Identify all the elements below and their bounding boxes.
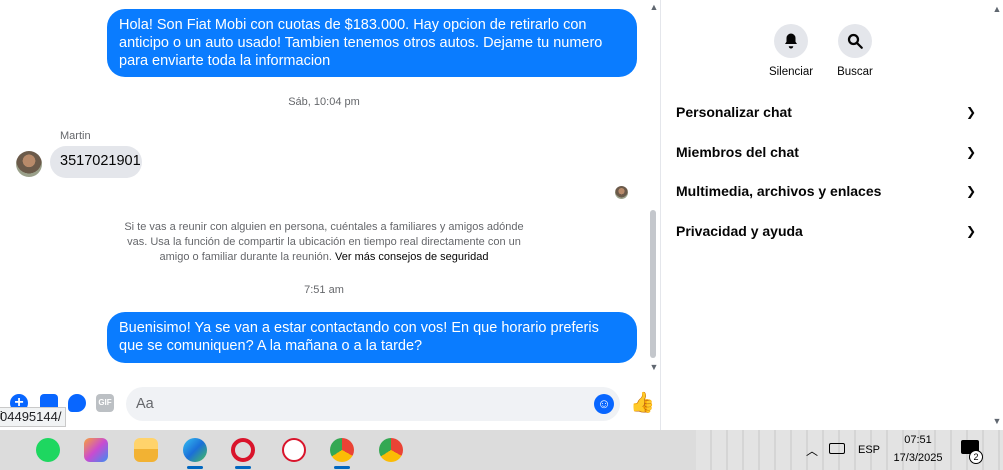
url-tooltip: 04495144/ bbox=[0, 407, 66, 427]
search-button[interactable]: Buscar bbox=[825, 24, 885, 78]
chat-info-panel: Silenciar Buscar Personalizar chat ❯ Mie… bbox=[660, 0, 1003, 430]
battery-icon[interactable] bbox=[829, 443, 845, 454]
chat-pane: Hola! Son Fiat Mobi con cuotas de $183.0… bbox=[0, 0, 660, 430]
windows-taskbar: ︿ ESP 07:51 17/3/2025 2 bbox=[0, 430, 1003, 470]
section-media-files[interactable]: Multimedia, archivos y enlaces ❯ bbox=[676, 179, 976, 203]
panel-scrollbar[interactable]: ▲ ▼ bbox=[990, 0, 1003, 430]
emoji-icon[interactable]: ☺ bbox=[594, 394, 614, 414]
chat-scrollbar[interactable]: ▲ ▼ bbox=[647, 0, 660, 378]
message-list[interactable]: Hola! Son Fiat Mobi con cuotas de $183.0… bbox=[0, 0, 648, 378]
outgoing-message[interactable]: Buenisimo! Ya se van a estar contactando… bbox=[107, 312, 637, 363]
sender-name: Martin bbox=[60, 130, 91, 142]
message-input[interactable] bbox=[136, 387, 576, 421]
sticker-icon[interactable] bbox=[68, 394, 86, 412]
message-composer: + GIF ☺ 👍 bbox=[0, 384, 660, 424]
app-root: Hola! Son Fiat Mobi con cuotas de $183.0… bbox=[0, 0, 1003, 470]
avatar[interactable] bbox=[16, 151, 42, 177]
opera-icon[interactable] bbox=[231, 438, 255, 462]
scroll-down-icon[interactable]: ▼ bbox=[992, 416, 1002, 426]
outgoing-message[interactable]: Hola! Son Fiat Mobi con cuotas de $183.0… bbox=[107, 9, 637, 77]
safety-tips-link[interactable]: Ver más consejos de seguridad bbox=[335, 251, 488, 263]
incoming-message[interactable]: 3517021901 bbox=[50, 146, 142, 178]
seen-avatar bbox=[615, 186, 628, 199]
timestamp: 7:51 am bbox=[304, 284, 344, 296]
timestamp: Sáb, 10:04 pm bbox=[288, 96, 360, 108]
search-icon[interactable] bbox=[838, 24, 872, 58]
active-indicator bbox=[235, 466, 251, 469]
spotify-icon[interactable] bbox=[36, 438, 60, 462]
edge-glyph: i bbox=[0, 410, 3, 422]
chrome-icon[interactable] bbox=[379, 438, 403, 462]
message-input-wrapper: ☺ bbox=[126, 387, 620, 421]
language-indicator[interactable]: ESP bbox=[858, 444, 880, 456]
file-explorer-icon[interactable] bbox=[134, 438, 158, 462]
section-customize-chat[interactable]: Personalizar chat ❯ bbox=[676, 100, 976, 124]
active-indicator bbox=[187, 466, 203, 469]
gif-icon[interactable]: GIF bbox=[96, 394, 114, 412]
notification-count: 2 bbox=[969, 450, 983, 464]
scroll-up-icon[interactable]: ▲ bbox=[649, 2, 659, 12]
section-label: Miembros del chat bbox=[676, 144, 799, 160]
chevron-down-icon: ❯ bbox=[965, 145, 976, 159]
snipping-tool-icon[interactable] bbox=[282, 438, 306, 462]
section-privacy-help[interactable]: Privacidad y ayuda ❯ bbox=[676, 219, 976, 243]
section-label: Personalizar chat bbox=[676, 104, 792, 120]
active-indicator bbox=[334, 466, 350, 469]
safety-notice: Si te vas a reunir con alguien en person… bbox=[120, 220, 528, 265]
section-label: Multimedia, archivos y enlaces bbox=[676, 183, 882, 199]
chevron-up-icon[interactable]: ︿ bbox=[806, 442, 818, 459]
clock-time[interactable]: 07:51 bbox=[892, 434, 944, 446]
chrome-profile-icon[interactable] bbox=[330, 438, 354, 462]
section-label: Privacidad y ayuda bbox=[676, 223, 803, 239]
chevron-down-icon: ❯ bbox=[965, 184, 976, 198]
chevron-down-icon: ❯ bbox=[965, 224, 976, 238]
taskbar-wallpaper bbox=[696, 430, 1003, 470]
mute-button[interactable]: Silenciar bbox=[761, 24, 821, 78]
edge-icon[interactable] bbox=[183, 438, 207, 462]
bell-icon[interactable] bbox=[774, 24, 808, 58]
section-chat-members[interactable]: Miembros del chat ❯ bbox=[676, 140, 976, 164]
scroll-thumb[interactable] bbox=[650, 210, 656, 358]
scroll-up-icon[interactable]: ▲ bbox=[992, 4, 1002, 14]
chevron-down-icon: ❯ bbox=[965, 105, 976, 119]
scroll-down-icon[interactable]: ▼ bbox=[649, 362, 659, 372]
clock-date[interactable]: 17/3/2025 bbox=[892, 452, 944, 464]
mute-label: Silenciar bbox=[768, 66, 814, 78]
thumbs-up-icon[interactable]: 👍 bbox=[630, 392, 655, 414]
search-label: Buscar bbox=[837, 66, 873, 78]
copilot-icon[interactable] bbox=[84, 438, 108, 462]
